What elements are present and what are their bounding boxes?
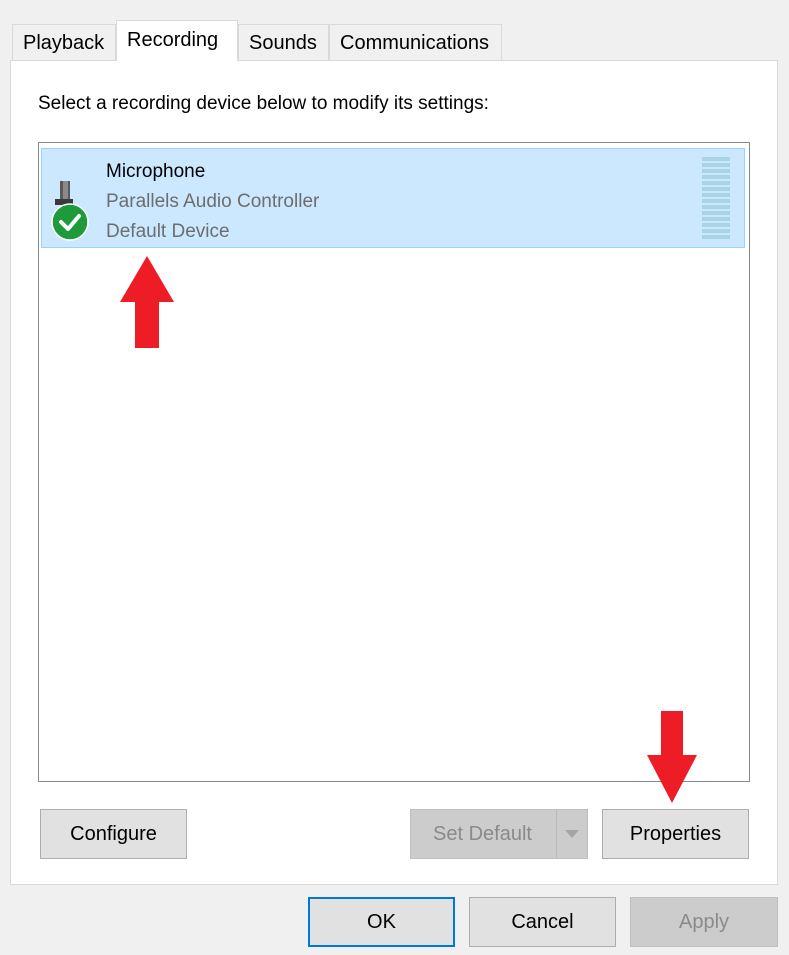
tab-communications[interactable]: Communications <box>329 24 502 60</box>
device-name: Microphone <box>106 161 206 182</box>
properties-button[interactable]: Properties <box>602 809 749 859</box>
microphone-icon <box>51 181 89 241</box>
device-item-microphone[interactable]: Microphone Parallels Audio Controller De… <box>41 148 745 248</box>
device-status: Default Device <box>106 221 230 242</box>
tab-recording[interactable]: Recording <box>116 20 238 61</box>
arrow-up-icon <box>120 256 174 348</box>
ok-button[interactable]: OK <box>308 897 455 947</box>
configure-button[interactable]: Configure <box>40 809 187 859</box>
tab-playback[interactable]: Playback <box>12 24 116 60</box>
level-meter <box>702 157 730 239</box>
recording-device-list[interactable]: Microphone Parallels Audio Controller De… <box>38 142 750 782</box>
set-default-label: Set Default <box>433 823 532 845</box>
apply-button[interactable]: Apply <box>630 897 778 947</box>
cancel-button[interactable]: Cancel <box>469 897 616 947</box>
chevron-down-icon[interactable] <box>556 810 587 858</box>
tab-sounds[interactable]: Sounds <box>238 24 329 60</box>
arrow-down-icon <box>647 711 697 803</box>
device-controller: Parallels Audio Controller <box>106 191 320 212</box>
instruction-text: Select a recording device below to modif… <box>38 93 489 114</box>
set-default-button[interactable]: Set Default <box>410 809 588 859</box>
